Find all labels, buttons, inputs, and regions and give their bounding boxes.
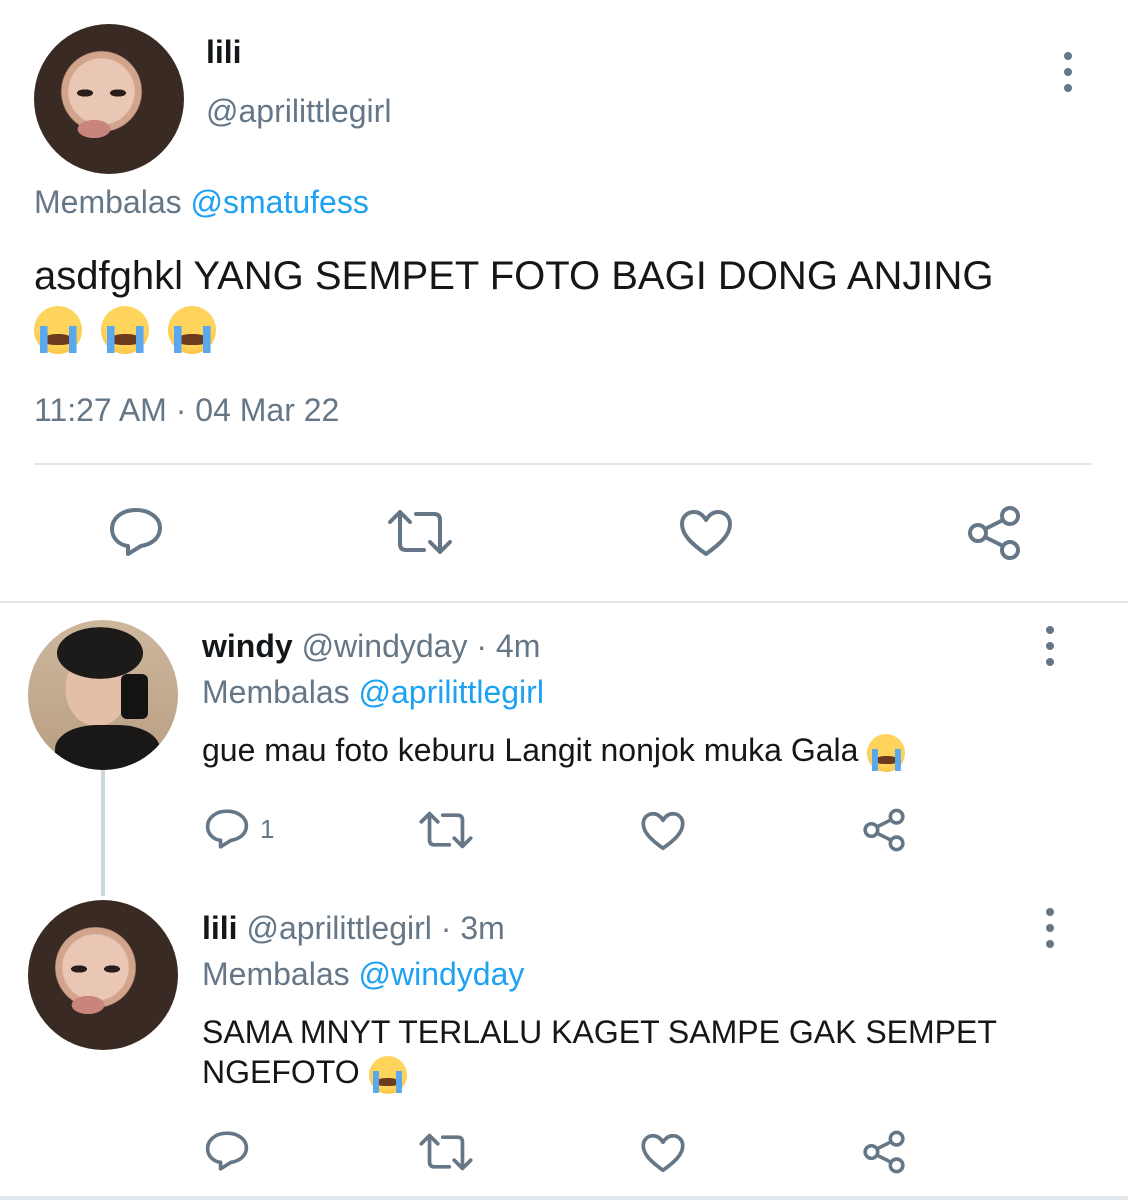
tweet-age: · 4m xyxy=(476,628,541,664)
avatar[interactable] xyxy=(28,620,178,770)
main-tweet: lili @aprilittlegirl Membalas @smatufess… xyxy=(0,0,1128,600)
divider xyxy=(0,1196,1128,1200)
tweet-thread: lili @aprilittlegirl Membalas @smatufess… xyxy=(0,0,1128,1200)
avatar[interactable] xyxy=(34,24,184,174)
reply-context: Membalas @aprilittlegirl xyxy=(202,674,544,711)
divider xyxy=(34,463,1092,465)
retweet-button[interactable] xyxy=(418,1132,474,1172)
retweet-icon xyxy=(419,811,473,849)
reply-button[interactable] xyxy=(204,1130,250,1172)
share-icon xyxy=(863,1130,905,1174)
timestamp: 11:27 AM · 04 Mar 22 xyxy=(34,392,340,428)
more-icon[interactable] xyxy=(1040,908,1060,948)
like-icon xyxy=(641,1133,685,1173)
share-button[interactable] xyxy=(966,506,1022,560)
more-icon[interactable] xyxy=(1058,52,1078,92)
reply-count: 1 xyxy=(260,813,275,844)
share-icon xyxy=(968,506,1020,560)
reply-icon xyxy=(205,809,249,849)
reply-context: Membalas @smatufess xyxy=(34,184,369,221)
tweet-text: SAMA MNYT TERLALU KAGET SAMPE GAK SEMPET… xyxy=(202,1012,1032,1094)
like-button[interactable] xyxy=(640,810,686,852)
reply-header: windy @windyday · 4m xyxy=(202,628,540,665)
tweet-text: asdfghkl YANG SEMPET FOTO BAGI DONG ANJI… xyxy=(34,250,1094,355)
crying-emoji-icon xyxy=(168,306,217,355)
user-handle[interactable]: @windyday xyxy=(302,628,468,664)
reply-icon xyxy=(205,1131,249,1171)
reply-to-link[interactable]: @windyday xyxy=(359,956,525,992)
reply-button[interactable] xyxy=(108,506,164,558)
tweet-body: gue mau foto keburu Langit nonjok muka G… xyxy=(202,732,859,768)
display-name[interactable]: lili xyxy=(206,34,242,71)
tweet-text: gue mau foto keburu Langit nonjok muka G… xyxy=(202,730,1082,772)
reply-prefix: Membalas xyxy=(34,184,182,220)
like-icon xyxy=(641,811,685,851)
share-icon xyxy=(863,808,905,852)
display-name[interactable]: windy xyxy=(202,628,293,664)
retweet-icon xyxy=(388,510,452,554)
retweet-icon xyxy=(419,1133,473,1171)
tweet-body: SAMA MNYT TERLALU KAGET SAMPE GAK SEMPET… xyxy=(202,1014,997,1090)
crying-emoji-icon xyxy=(101,306,150,355)
reply-prefix: Membalas xyxy=(202,674,350,710)
retweet-button[interactable] xyxy=(386,508,454,556)
tweet-age: · 3m xyxy=(440,910,505,946)
user-handle[interactable]: @aprilittlegirl xyxy=(246,910,431,946)
user-handle[interactable]: @aprilittlegirl xyxy=(206,93,391,130)
like-button[interactable] xyxy=(678,508,734,558)
more-icon[interactable] xyxy=(1040,626,1060,666)
reply-prefix: Membalas xyxy=(202,956,350,992)
avatar[interactable] xyxy=(28,900,178,1050)
divider xyxy=(0,601,1128,603)
like-icon xyxy=(680,510,732,556)
retweet-button[interactable] xyxy=(418,810,474,850)
reply-icon xyxy=(110,508,162,556)
reply-to-link[interactable]: @aprilittlegirl xyxy=(359,674,544,710)
share-button[interactable] xyxy=(862,808,906,852)
reply-context: Membalas @windyday xyxy=(202,956,524,993)
reply-header: lili @aprilittlegirl · 3m xyxy=(202,910,505,947)
crying-emoji-icon xyxy=(867,733,906,772)
tweet-body: asdfghkl YANG SEMPET FOTO BAGI DONG ANJI… xyxy=(34,254,994,298)
display-name[interactable]: lili xyxy=(202,910,238,946)
thread-connector xyxy=(101,770,105,896)
crying-emoji-icon xyxy=(368,1055,407,1094)
reply-to-link[interactable]: @smatufess xyxy=(191,184,369,220)
reply-button[interactable]: 1 xyxy=(204,808,274,850)
share-button[interactable] xyxy=(862,1130,906,1174)
like-button[interactable] xyxy=(640,1132,686,1174)
crying-emoji-icon xyxy=(34,306,82,355)
